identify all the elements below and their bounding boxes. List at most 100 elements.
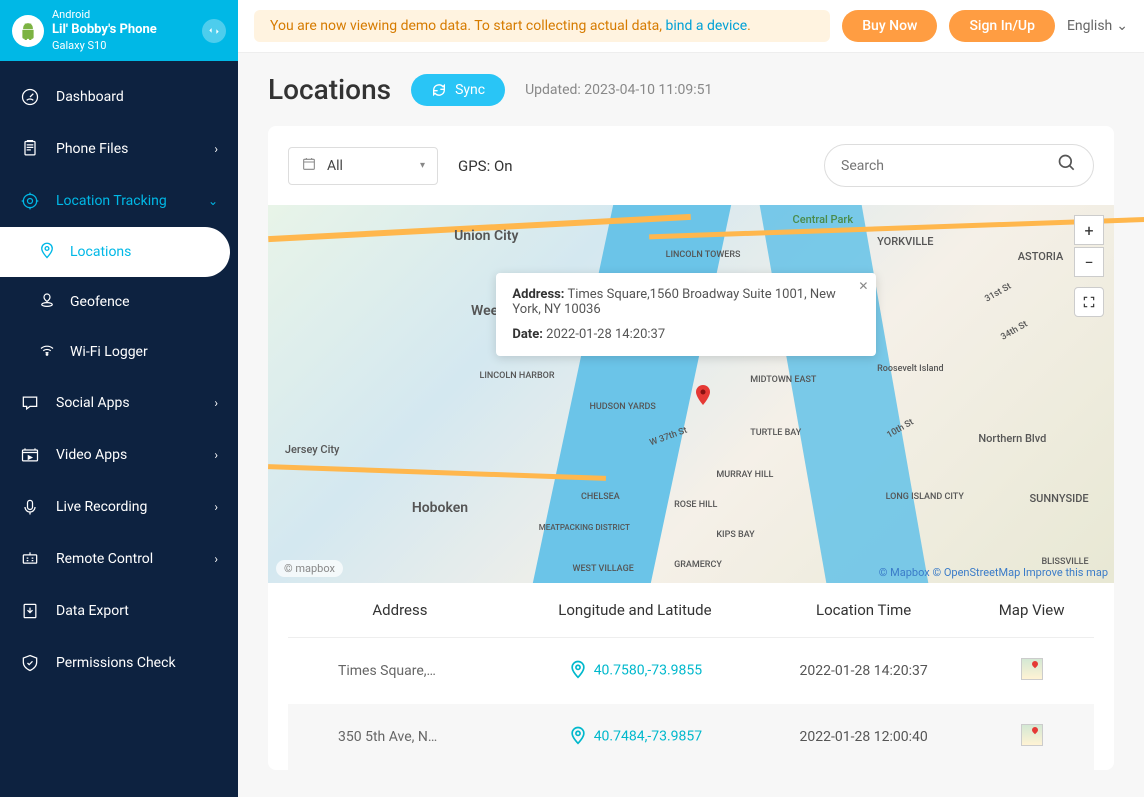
sidebar-item-label: Video Apps: [56, 447, 127, 463]
search-box[interactable]: [824, 144, 1094, 187]
map-pin-icon[interactable]: [691, 383, 715, 407]
sidebar-item-phone-files[interactable]: Phone Files ›: [0, 123, 238, 175]
language-select[interactable]: English ⌄: [1067, 18, 1128, 34]
device-header[interactable]: Android Lil' Bobby's Phone Galaxy S10: [0, 0, 238, 61]
demo-notice: You are now viewing demo data. To start …: [254, 10, 830, 42]
map-label: LONG ISLAND CITY: [886, 492, 964, 502]
content: Locations Sync Updated: 2023-04-10 11:09…: [238, 53, 1144, 797]
demo-notice-text: You are now viewing demo data. To start …: [270, 18, 666, 34]
cell-time: 2022-01-28 12:00:40: [758, 704, 969, 770]
cell-address: 350 5th Ave, N…: [288, 704, 512, 770]
cell-mapview[interactable]: [969, 704, 1094, 770]
location-pin-icon: [568, 659, 588, 683]
device-swap-icon[interactable]: [202, 19, 226, 43]
demo-notice-post: .: [747, 18, 751, 34]
android-icon: [12, 15, 44, 47]
map-water: [759, 205, 927, 583]
map-label: HUDSON YARDS: [589, 402, 655, 412]
map-label: Hoboken: [412, 500, 468, 516]
map-label: SUNNYSIDE: [1030, 492, 1089, 505]
sidebar-item-data-export[interactable]: Data Export: [0, 585, 238, 637]
chevron-down-icon: ▾: [420, 160, 425, 171]
search-input[interactable]: [841, 158, 1057, 174]
bind-device-link[interactable]: bind a device: [666, 18, 748, 34]
sidebar-subitem-geofence[interactable]: Geofence: [0, 277, 238, 327]
fullscreen-button[interactable]: [1074, 287, 1104, 317]
remote-control-icon: [20, 549, 40, 569]
map-label: Jersey City: [285, 443, 340, 456]
sidebar-item-location-tracking[interactable]: Location Tracking ⌄: [0, 175, 238, 227]
page-title: Locations: [268, 73, 391, 106]
sidebar-subitem-label: Locations: [70, 244, 131, 260]
location-pin-icon: [568, 725, 588, 749]
device-os: Android: [52, 8, 194, 22]
sync-label: Sync: [455, 82, 485, 98]
gps-status: GPS: On: [458, 157, 513, 175]
table-header-row: Address Longitude and Latitude Location …: [288, 583, 1094, 638]
sidebar-item-label: Location Tracking: [56, 193, 167, 209]
cell-address: Times Square,…: [288, 638, 512, 705]
panel: All ▾ GPS: On Union City Central Park AS…: [268, 126, 1114, 770]
zoom-out-button[interactable]: −: [1074, 247, 1104, 277]
attribution-improve-link[interactable]: Improve this map: [1023, 566, 1108, 579]
sidebar-item-label: Remote Control: [56, 551, 153, 567]
attribution-mapbox-link[interactable]: © Mapbox: [879, 566, 930, 579]
sidebar-subitem-label: Geofence: [70, 294, 130, 310]
sidebar-item-live-recording[interactable]: Live Recording ›: [0, 481, 238, 533]
attribution-osm-link[interactable]: © OpenStreetMap: [932, 566, 1020, 579]
map-label: Northern Blvd: [978, 432, 1046, 445]
map-view-icon[interactable]: [1021, 724, 1043, 746]
sidebar-item-permissions-check[interactable]: Permissions Check: [0, 637, 238, 689]
sidebar-subitem-wifi-logger[interactable]: Wi-Fi Logger: [0, 327, 238, 377]
video-apps-icon: [20, 445, 40, 465]
cell-coords[interactable]: 40.7580,-73.9855: [512, 638, 758, 705]
map-label: KIPS BAY: [716, 530, 754, 540]
cell-mapview[interactable]: [969, 638, 1094, 705]
sidebar-item-social-apps[interactable]: Social Apps ›: [0, 377, 238, 429]
sidebar-item-label: Dashboard: [56, 89, 124, 105]
sidebar-item-video-apps[interactable]: Video Apps ›: [0, 429, 238, 481]
data-export-icon: [20, 601, 40, 621]
map-label: Roosevelt Island: [877, 364, 943, 374]
cell-coords[interactable]: 40.7484,-73.9857: [512, 704, 758, 770]
map-view-icon[interactable]: [1021, 658, 1043, 680]
zoom-in-button[interactable]: +: [1074, 215, 1104, 245]
dashboard-icon: [20, 87, 40, 107]
chevron-right-icon: ›: [214, 552, 218, 566]
search-icon[interactable]: [1057, 153, 1077, 178]
col-mapview: Map View: [969, 583, 1094, 638]
popup-date: 2022-01-28 14:20:37: [546, 327, 665, 342]
map-controls: + −: [1074, 215, 1104, 317]
table-row[interactable]: 350 5th Ave, N… 40.7484,-73.9857 2022-01…: [288, 704, 1094, 770]
device-model: Galaxy S10: [52, 39, 194, 53]
top-banner: You are now viewing demo data. To start …: [238, 0, 1144, 53]
chevron-down-icon: ⌄: [1116, 18, 1128, 34]
sidebar-item-dashboard[interactable]: Dashboard: [0, 71, 238, 123]
map-popup: ✕ Address: Times Square,1560 Broadway Su…: [496, 273, 876, 356]
map-label: MEATPACKING DISTRICT: [539, 523, 630, 532]
sidebar-item-label: Live Recording: [56, 499, 147, 515]
sidebar-item-label: Data Export: [56, 603, 129, 619]
page-header: Locations Sync Updated: 2023-04-10 11:09…: [268, 73, 1114, 106]
device-name: Lil' Bobby's Phone: [52, 22, 194, 39]
map-label: WEST VILLAGE: [573, 564, 634, 574]
device-info: Android Lil' Bobby's Phone Galaxy S10: [52, 8, 194, 53]
map-label: LINCOLN TOWERS: [666, 250, 741, 260]
map-attribution: © Mapbox © OpenStreetMap Improve this ma…: [879, 566, 1108, 579]
map-label: ROSE HILL: [674, 500, 717, 510]
sign-in-up-button[interactable]: Sign In/Up: [949, 10, 1055, 42]
map-label: TURTLE BAY: [750, 428, 801, 438]
map[interactable]: Union City Central Park ASTORIA YORKVILL…: [268, 205, 1114, 583]
locations-table: Address Longitude and Latitude Location …: [288, 583, 1094, 770]
sidebar-subitem-locations[interactable]: Locations: [0, 227, 230, 277]
map-label: Union City: [454, 228, 518, 244]
sync-button[interactable]: Sync: [411, 74, 505, 106]
nav: Dashboard Phone Files › Location Trackin…: [0, 61, 238, 689]
calendar-icon: [301, 156, 317, 176]
sidebar: Android Lil' Bobby's Phone Galaxy S10 Da…: [0, 0, 238, 797]
sidebar-item-remote-control[interactable]: Remote Control ›: [0, 533, 238, 585]
table-row[interactable]: Times Square,… 40.7580,-73.9855 2022-01-…: [288, 638, 1094, 705]
date-filter-dropdown[interactable]: All ▾: [288, 147, 438, 185]
buy-now-button[interactable]: Buy Now: [842, 10, 937, 42]
close-icon[interactable]: ✕: [858, 279, 868, 293]
